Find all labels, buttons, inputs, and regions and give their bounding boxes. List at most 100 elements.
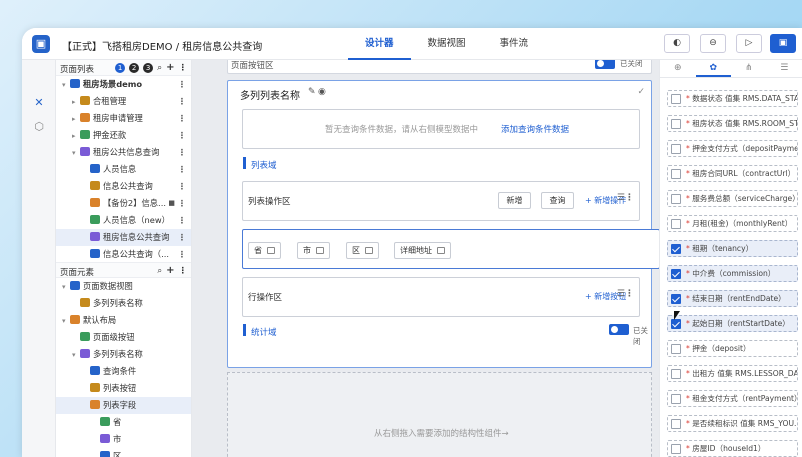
add-button[interactable]: 新增 (498, 192, 531, 209)
publish-button[interactable]: ▣ (770, 34, 796, 53)
page-elements-item[interactable]: 市 (56, 431, 191, 448)
more-icon[interactable]: ⋮ (625, 289, 634, 299)
search-icon[interactable]: ⌕ (157, 63, 162, 73)
step-badge-1[interactable]: 1 (115, 62, 126, 73)
field-chip-district[interactable]: 区 (346, 242, 379, 259)
field-checkbox[interactable] (671, 169, 681, 179)
more-icon[interactable]: ⋮ (178, 212, 186, 229)
chevron-icon[interactable]: ▾ (62, 313, 70, 329)
list-field-area[interactable]: 省 市 区 详细地址 (242, 229, 659, 269)
model-field-item[interactable]: * 数据状态 值集 RMS.DATA_STA... (667, 90, 798, 107)
page-elements-item[interactable]: ▾ 默认布局 (56, 312, 191, 329)
model-field-item[interactable]: * 押金（deposit） (667, 340, 798, 357)
field-checkbox[interactable] (671, 119, 681, 129)
page-elements-item[interactable]: 多列列表名称 (56, 295, 191, 312)
model-field-item[interactable]: * 押金支付方式（depositPayme... (667, 140, 798, 157)
page-elements-item[interactable]: 列表按钮 (56, 380, 191, 397)
more-icon[interactable]: ⋮ (179, 63, 188, 73)
page-elements-item[interactable]: ▾ 页面数据视图 (56, 278, 191, 295)
page-list-item[interactable]: ▸ 押金还款 ⋮ (56, 127, 191, 144)
page-list-item[interactable]: 信息公共查询（... ⋮ (56, 246, 191, 262)
model-field-item[interactable]: * 服务费总额（serviceCharge） (667, 190, 798, 207)
search-icon[interactable]: ⌕ (157, 266, 162, 276)
model-field-item[interactable]: * 出租方 值集 RMS.LESSOR_DA... (667, 365, 798, 382)
chevron-icon[interactable]: ▸ (72, 94, 80, 110)
field-chip-city[interactable]: 市 (297, 242, 330, 259)
chevron-icon[interactable]: ▾ (62, 279, 70, 295)
sort-icon[interactable]: ☰ (617, 289, 625, 299)
query-button[interactable]: 查询 (541, 192, 574, 209)
chevron-icon[interactable]: ▾ (72, 347, 80, 363)
field-checkbox[interactable] (671, 294, 681, 304)
model-field-item[interactable]: * 起始日期（rentStartDate） (667, 315, 798, 332)
field-checkbox[interactable] (671, 94, 681, 104)
zoom-button[interactable]: ⊖ (700, 34, 726, 53)
model-field-item[interactable]: * 租房状态 值集 RMS.ROOM_ST... (667, 115, 798, 132)
more-icon[interactable]: ⋮ (178, 76, 186, 93)
preview-button[interactable]: ▷ (736, 34, 762, 53)
tab-event-flow[interactable]: 事件流 (483, 28, 546, 60)
page-elements-item[interactable]: 区 (56, 448, 191, 457)
chevron-icon[interactable]: ▾ (72, 145, 80, 161)
field-chip-province[interactable]: 省 (248, 242, 281, 259)
more-icon[interactable]: ⋮ (178, 195, 186, 212)
chevron-icon[interactable]: ▾ (62, 77, 70, 93)
page-list-item[interactable]: ▸ 合租管理 ⋮ (56, 93, 191, 110)
model-field-item[interactable]: * 租房合同URL（contractUrl） (667, 165, 798, 182)
eye-icon[interactable]: ◉ (318, 87, 326, 97)
field-checkbox[interactable] (671, 419, 681, 429)
chevron-icon[interactable]: ▸ (72, 128, 80, 144)
page-list-item[interactable]: 人员信息（new） ⋮ (56, 212, 191, 229)
field-checkbox[interactable] (671, 144, 681, 154)
model-field-item[interactable]: * 是否续租标识 值集 RMS_YOU... (667, 415, 798, 432)
model-field-item[interactable]: * 租期（tenancy） (667, 240, 798, 257)
field-checkbox[interactable] (671, 344, 681, 354)
field-chip-address[interactable]: 详细地址 (394, 242, 451, 259)
edit-icon[interactable]: ✎ (308, 87, 316, 97)
add-query-link[interactable]: 添加查询条件数据 (501, 123, 569, 135)
page-elements-item[interactable]: 页面级按钮 (56, 329, 191, 346)
page-list-item[interactable]: 信息公共查询 ⋮ (56, 178, 191, 195)
field-checkbox[interactable] (671, 444, 681, 454)
query-condition-area[interactable]: 暂无查询条件数据，请从右侧模型数据中 添加查询条件数据 (242, 109, 640, 149)
check-icon[interactable]: ✓ (637, 87, 645, 97)
tab-layers[interactable]: ☰ (767, 60, 802, 77)
more-icon[interactable]: ⋮ (178, 229, 186, 246)
chevron-icon[interactable]: ▸ (72, 111, 80, 127)
model-field-item[interactable]: * 月租(租金)（monthlyRent） (667, 215, 798, 232)
field-checkbox[interactable] (671, 269, 681, 279)
tab-add-component[interactable]: ⊕ (660, 60, 696, 77)
page-elements-item[interactable]: 省 (56, 414, 191, 431)
more-icon[interactable]: ⋮ (178, 178, 186, 195)
more-icon[interactable]: ⋮ (178, 246, 186, 262)
list-operation-area[interactable]: 列表操作区 新增 查询 + 新增操作 ☰ ⋮ (242, 181, 640, 221)
tab-model-fields[interactable]: ✿ (695, 60, 731, 77)
model-field-item[interactable]: * 中介费（commission） (667, 265, 798, 282)
row-operation-area[interactable]: 行操作区 + 新增按钮 ☰ ⋮ (242, 277, 640, 317)
more-icon[interactable]: ⋮ (178, 110, 186, 127)
model-field-item[interactable]: * 租金支付方式（rentPayment） (667, 390, 798, 407)
more-icon[interactable]: ⋮ (179, 266, 188, 276)
more-icon[interactable]: ⋮ (178, 144, 186, 161)
info-button[interactable]: ◐ (664, 34, 690, 53)
sort-icon[interactable]: ☰ (617, 193, 625, 203)
tab-data-view[interactable]: 数据视图 (411, 28, 483, 60)
page-list-item[interactable]: ▾ 租房场景demo ⋮ (56, 76, 191, 93)
step-badge-3[interactable]: 3 (143, 62, 154, 73)
plus-icon[interactable]: + (166, 62, 174, 73)
field-checkbox[interactable] (671, 319, 681, 329)
model-field-item[interactable]: * 结束日期（rentEndDate） (667, 290, 798, 307)
tools-icon[interactable]: ✕ (32, 96, 46, 110)
step-badge-2[interactable]: 2 (129, 62, 140, 73)
plus-icon[interactable]: + (166, 265, 174, 276)
page-list-item[interactable]: 租房信息公共查询 ⋮ (56, 229, 191, 246)
list-component[interactable]: 多列列表名称 ✎ ◉ ✓ 暂无查询条件数据，请从右侧模型数据中 添加查询条件数据… (227, 80, 659, 368)
page-button-toggle[interactable] (595, 60, 615, 69)
page-list-item[interactable]: 人员信息 ⋮ (56, 161, 191, 178)
stats-toggle[interactable] (609, 324, 629, 335)
field-checkbox[interactable] (671, 394, 681, 404)
page-elements-item[interactable]: 列表字段 (56, 397, 191, 414)
page-button-area[interactable]: 页面按钮区 已关闭 (227, 60, 652, 74)
tab-designer[interactable]: 设计器 (348, 28, 411, 60)
field-checkbox[interactable] (671, 244, 681, 254)
